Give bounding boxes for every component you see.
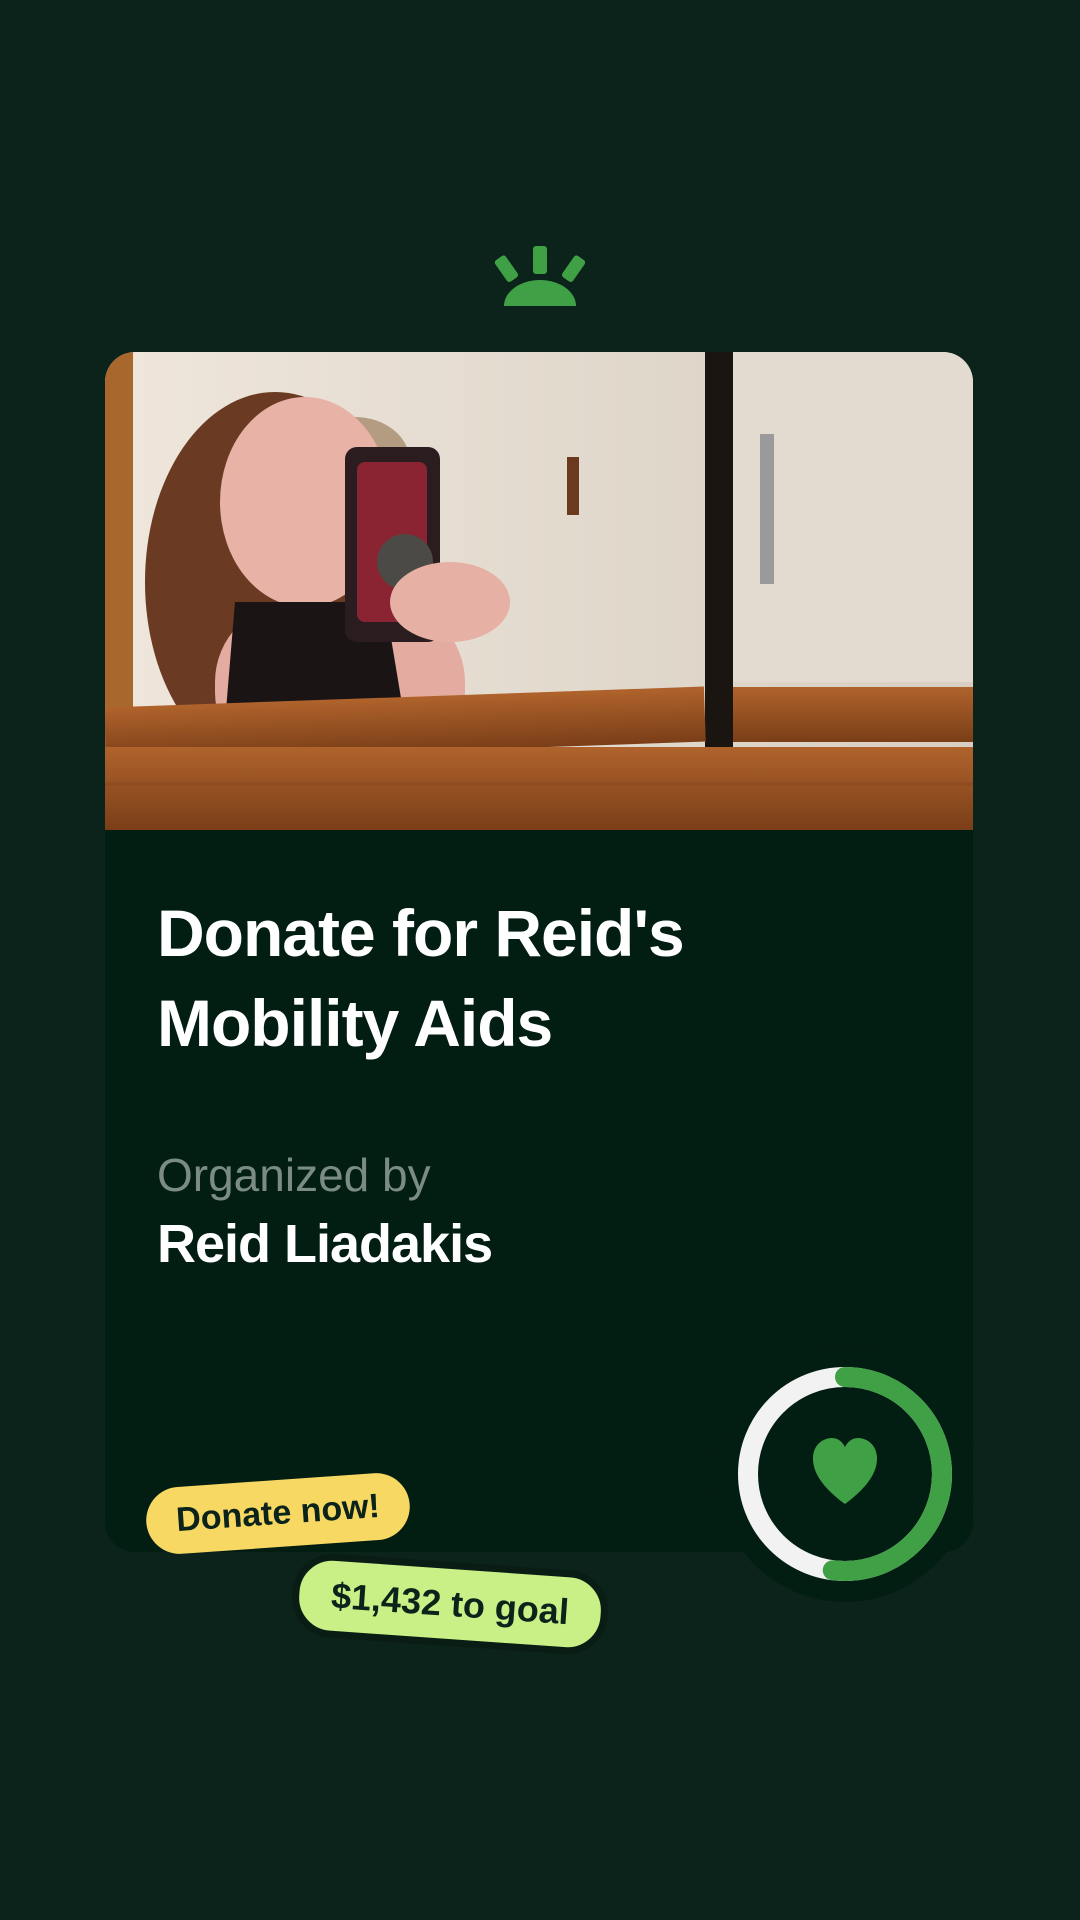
organizer-name: Reid Liadakis xyxy=(157,1214,493,1274)
campaign-photo xyxy=(105,352,973,830)
gofundme-logo-icon xyxy=(486,246,594,306)
goal-remaining-badge: $1,432 to goal xyxy=(289,1551,611,1657)
campaign-title: Donate for Reid's Mobility Aids xyxy=(157,896,685,1060)
organized-by-label: Organized by xyxy=(157,1149,431,1201)
donation-progress-ring xyxy=(715,1344,975,1604)
